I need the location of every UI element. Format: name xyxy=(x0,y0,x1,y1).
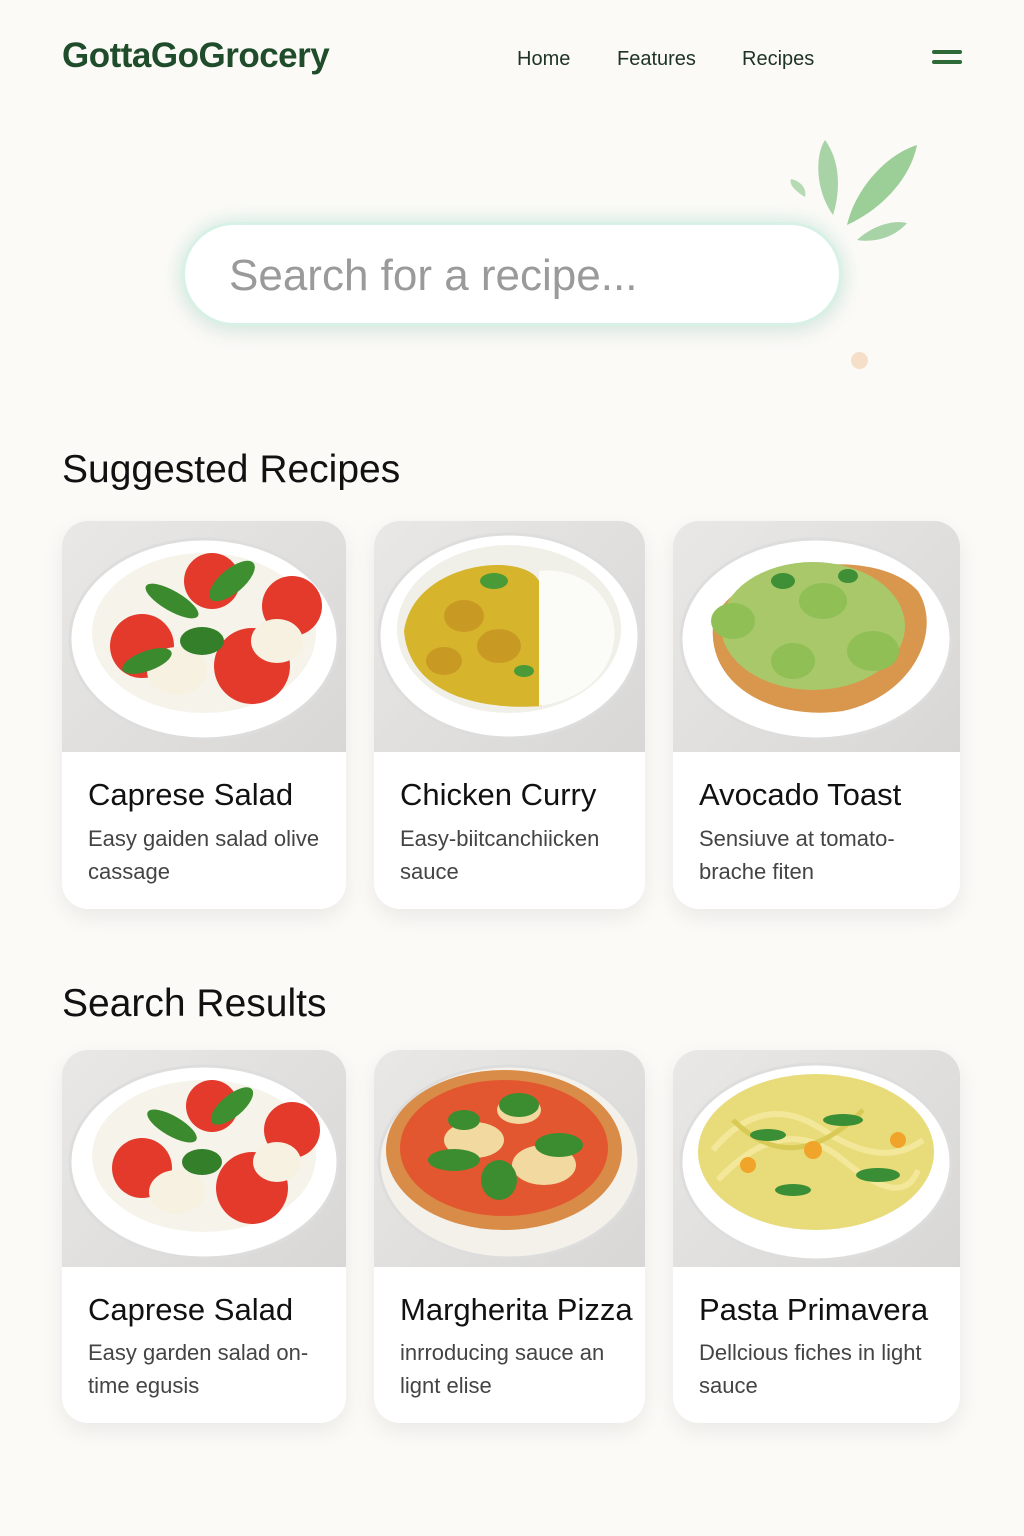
avocado-toast-image xyxy=(673,521,960,752)
recipe-description: inrroducing sauce an lignt elise xyxy=(400,1340,605,1398)
caprese-salad-image xyxy=(62,521,346,752)
search-input[interactable] xyxy=(227,245,791,307)
result-card-margherita-pizza[interactable]: Margherita Pizza inrroducing sauce an li… xyxy=(374,1050,645,1423)
recipe-name: Pasta Primavera xyxy=(699,1292,929,1327)
result-card-caprese-salad[interactable]: Caprese Salad Easy garden salad on-time … xyxy=(62,1050,346,1423)
nav-features[interactable]: Features xyxy=(617,48,696,71)
recipe-card-caprese-salad[interactable]: Caprese Salad Easy gaiden salad olive ca… xyxy=(62,521,346,909)
hamburger-icon[interactable] xyxy=(932,50,962,68)
suggested-recipes-heading: Suggested Recipes xyxy=(62,448,401,491)
nav-recipes[interactable]: Recipes xyxy=(742,48,814,71)
recipe-description: Easy-biitcanchiicken sauce xyxy=(400,826,600,884)
margherita-pizza-image xyxy=(374,1050,645,1267)
recipe-description: Easy garden salad on-time egusis xyxy=(88,1340,309,1398)
search-bar[interactable] xyxy=(182,222,842,326)
recipe-name: Caprese Salad xyxy=(88,1292,294,1327)
recipe-description: Sensiuve at tomato-brache fiten xyxy=(699,826,895,884)
recipe-name: Caprese Salad xyxy=(88,777,294,812)
recipe-name: Chicken Curry xyxy=(400,777,597,812)
app-logo[interactable]: GottaGoGrocery xyxy=(62,36,330,76)
decorative-dot xyxy=(851,352,868,369)
recipe-name: Avocado Toast xyxy=(699,777,902,812)
recipe-description: Easy gaiden salad olive cassage xyxy=(88,826,320,884)
search-results-heading: Search Results xyxy=(62,982,327,1025)
chicken-curry-image xyxy=(374,521,645,752)
recipe-card-chicken-curry[interactable]: Chicken Curry Easy-biitcanchiicken sauce xyxy=(374,521,645,909)
caprese-salad-image xyxy=(62,1050,346,1267)
recipe-card-avocado-toast[interactable]: Avocado Toast Sensiuve at tomato-brache … xyxy=(673,521,960,909)
nav-home[interactable]: Home xyxy=(517,48,570,71)
result-card-pasta-primavera[interactable]: Pasta Primavera Dellcious fiches in ligh… xyxy=(673,1050,960,1423)
pasta-primavera-image xyxy=(673,1050,960,1267)
recipe-name: Margherita Pizza xyxy=(400,1292,633,1327)
recipe-description: Dellcious fiches in light sauce xyxy=(699,1340,922,1398)
